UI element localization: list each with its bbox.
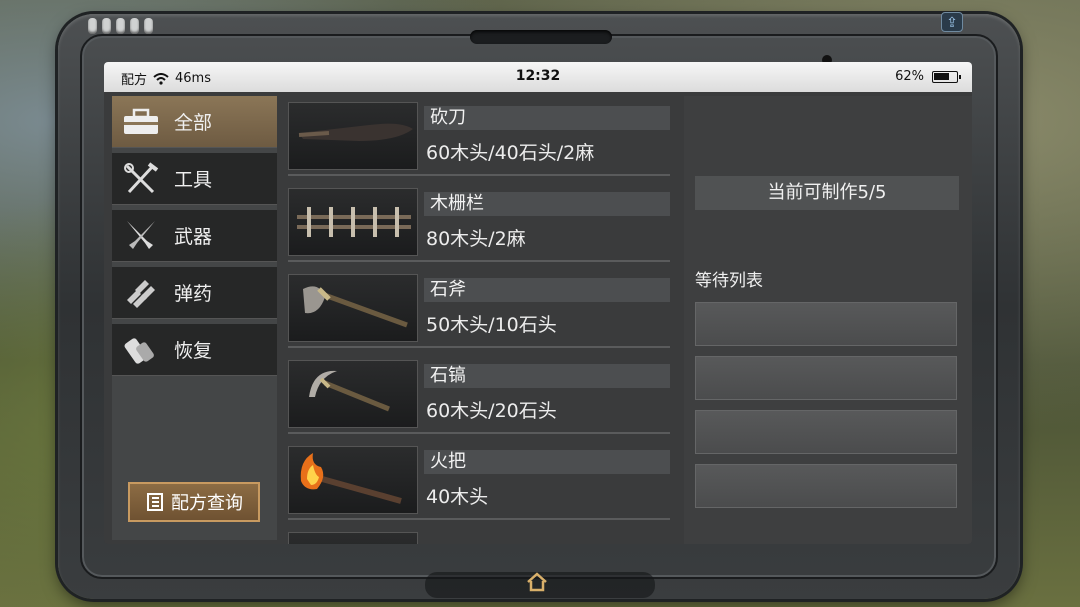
speaker-grill [88,18,153,34]
bullets-icon [120,276,162,310]
category-ammo[interactable]: 弹药 [112,267,277,319]
divider [288,260,670,262]
recipe-query-label: 配方查询 [171,493,243,514]
crossed-knives-icon [120,219,162,253]
category-label: 武器 [174,226,213,248]
craft-item-stone-pickaxe[interactable]: 石镐 60木头/20石头 [286,356,674,434]
item-cost: 80木头/2麻 [426,228,526,250]
item-name: 砍刀 [424,106,670,130]
home-button[interactable] [522,572,552,598]
can-make-count: 当前可制作5/5 [695,176,959,210]
tools-icon [120,161,162,196]
category-label: 弹药 [174,283,213,305]
category-label: 全部 [174,112,213,134]
queue-slot[interactable] [695,356,957,400]
stone-axe-icon [288,274,418,342]
craft-item-list: 砍刀 60木头/40石头/2麻 木栅栏 80木头/2麻 石斧 50木头/10石头… [286,96,686,544]
craft-item-wooden-fence[interactable]: 木栅栏 80木头/2麻 [286,184,674,262]
stone-pickaxe-icon [288,360,418,428]
item-name: 火把 [424,450,670,474]
craft-item-partial[interactable] [286,528,674,544]
craft-item-stone-axe[interactable]: 石斧 50木头/10石头 [286,270,674,348]
home-icon [527,572,547,592]
item-cost: 60木头/20石头 [426,400,557,422]
divider [288,174,670,176]
item-name: 木栅栏 [424,192,670,216]
machete-icon [288,102,418,170]
battery-percent: 62% [895,69,924,84]
wait-list-label: 等待列表 [695,271,763,291]
category-tools[interactable]: 工具 [112,153,277,205]
category-all[interactable]: 全部 [112,96,277,148]
clock: 12:32 [515,68,561,84]
category-label: 恢复 [174,340,213,362]
status-bar: 配方 46ms 12:32 62% [104,62,972,92]
category-label: 工具 [174,169,213,191]
item-name: 石斧 [424,278,670,302]
wooden-fence-icon [288,188,418,256]
top-slot [470,30,612,44]
divider [288,346,670,348]
battery-icon [932,70,961,83]
book-icon [147,493,163,511]
craft-item-machete[interactable]: 砍刀 60木头/40石头/2麻 [286,98,674,176]
item-cost: 40木头 [426,486,489,508]
queue-slot[interactable] [695,464,957,508]
recipe-query-button[interactable]: 配方查询 [128,482,260,522]
queue-slot[interactable] [695,410,957,454]
device-screen: 配方 46ms 12:32 62% 全部 工具 武器 弹药 恢复 配方查询 砍刀… [104,62,972,544]
divider [288,432,670,434]
item-thumbnail [288,532,418,544]
item-name: 石镐 [424,364,670,388]
bandage-icon [120,333,162,367]
category-weapons[interactable]: 武器 [112,210,277,262]
craft-item-torch[interactable]: 火把 40木头 [286,442,674,520]
category-recovery[interactable]: 恢复 [112,324,277,376]
torch-icon [288,446,418,514]
toolbox-icon [120,105,162,139]
queue-slot[interactable] [695,302,957,346]
item-cost: 60木头/40石头/2麻 [426,142,595,164]
crafting-queue-panel: 当前可制作5/5 等待列表 [684,96,972,544]
category-sidebar: 全部 工具 武器 弹药 恢复 配方查询 [112,96,277,540]
share-icon[interactable]: ⇪ [941,12,963,32]
item-cost: 50木头/10石头 [426,314,557,336]
divider [288,518,670,520]
